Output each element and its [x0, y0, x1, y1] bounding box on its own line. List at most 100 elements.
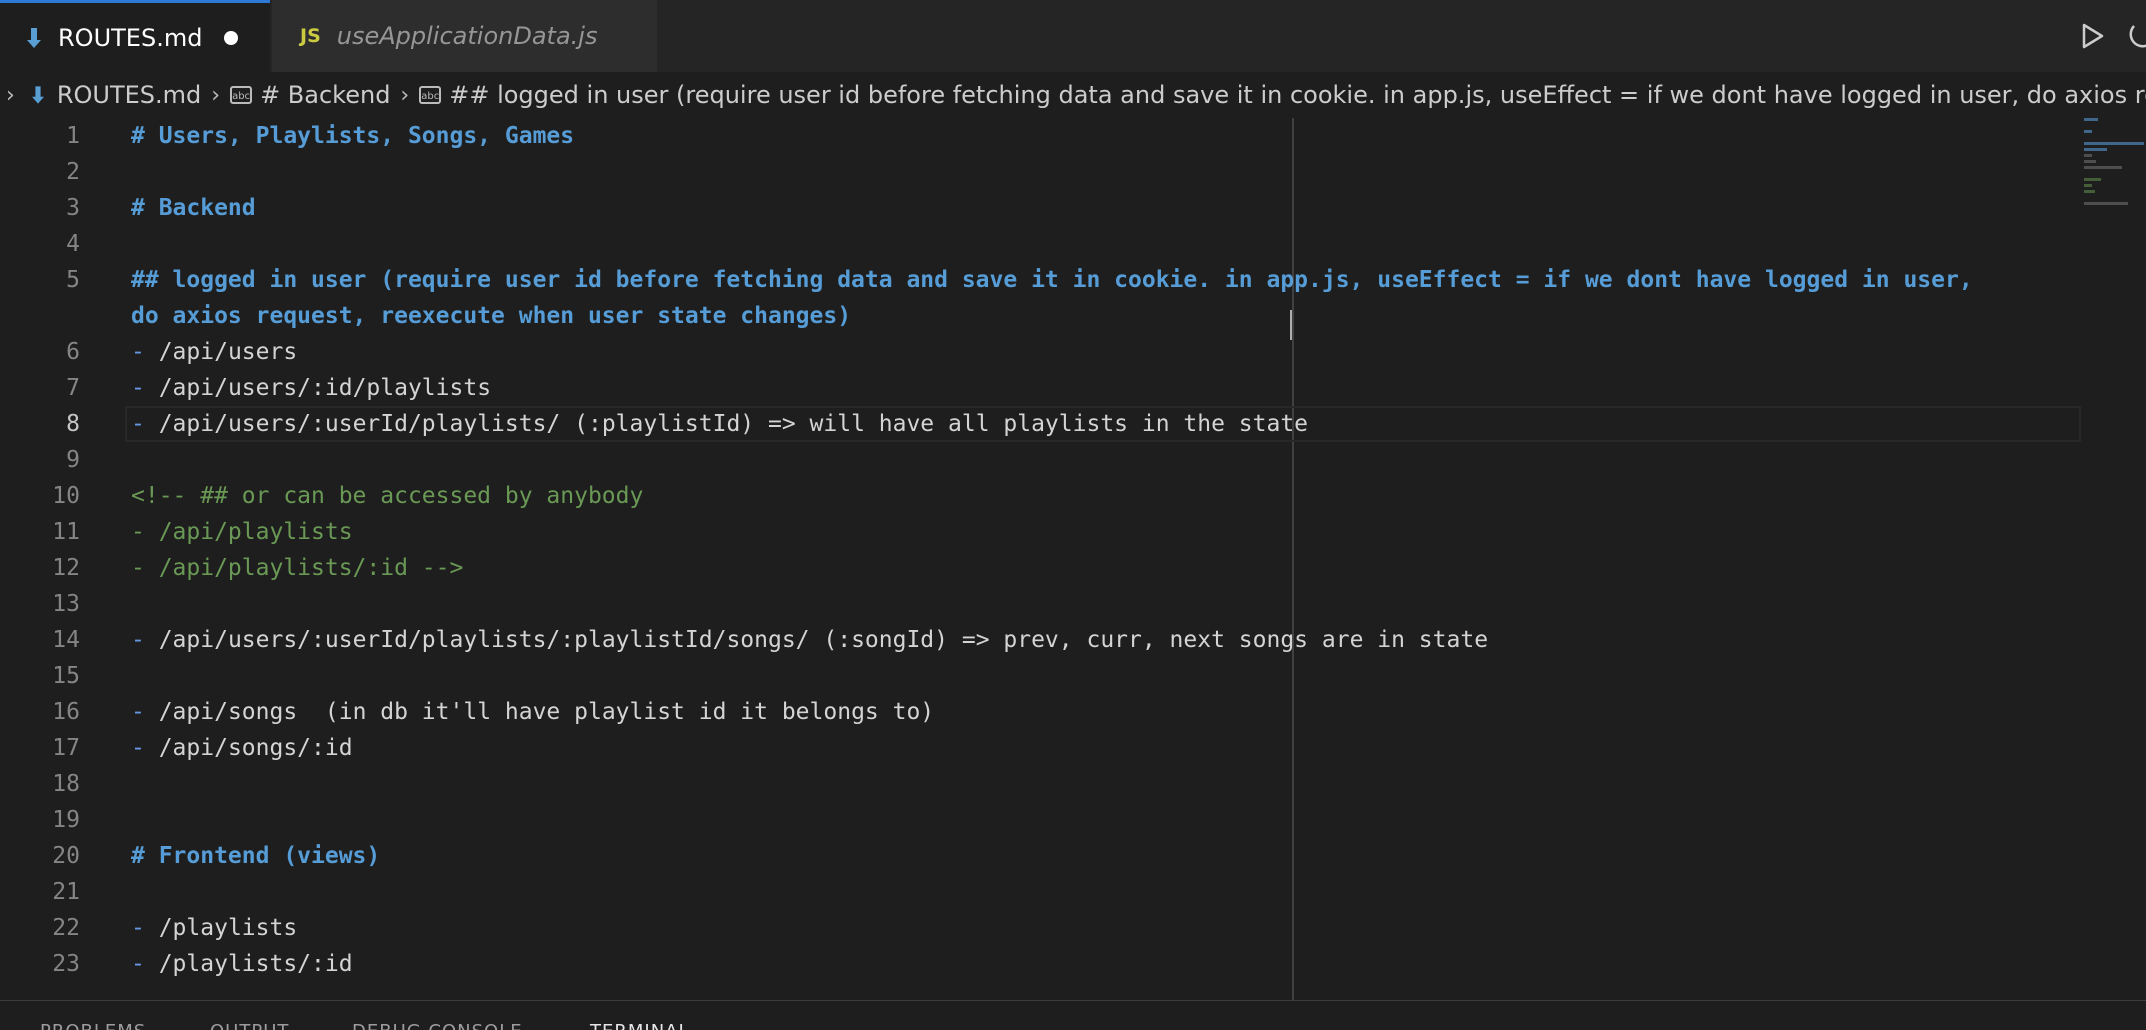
tab-routes-md[interactable]: ROUTES.md	[0, 0, 270, 72]
code-editor[interactable]: 1 2 3 4 5 6 7 8 9 10 11 12 13 14 15 16 17 18 19 20 21 22 23 # …	[0, 118, 2146, 1000]
markdown-file-icon	[27, 27, 41, 48]
minimap-line	[2084, 154, 2092, 157]
code-line[interactable]: ## logged in user (require user id befor…	[131, 262, 2081, 298]
code-line[interactable]	[131, 226, 2081, 262]
code-line[interactable]	[131, 658, 2081, 694]
code-line[interactable]	[131, 802, 2081, 838]
text-cursor	[1290, 310, 1292, 340]
minimap-line	[2084, 148, 2107, 151]
code-line[interactable]: # Frontend (views)	[131, 838, 2081, 874]
code-text: - /api/playlists	[131, 519, 353, 545]
tab-use-application-data-js[interactable]: JS useApplicationData.js	[272, 0, 657, 72]
code-line[interactable]: - /api/users	[131, 334, 2081, 370]
minimap[interactable]	[2084, 118, 2144, 238]
code-text: /api/songs (in db it'll have playlist id…	[144, 699, 935, 725]
tab-bar: ROUTES.md JS useApplicationData.js	[0, 0, 2146, 72]
code-text: do axios request, reexecute when user st…	[131, 303, 852, 329]
list-bullet: -	[131, 375, 145, 401]
line-number: 11	[52, 519, 80, 545]
javascript-file-icon: JS	[300, 25, 321, 47]
chevron-right-icon: ›	[400, 82, 410, 108]
line-number: 1	[66, 123, 80, 149]
code-line[interactable]: - /api/playlists/:id -->	[131, 550, 2081, 586]
panel-tab-output[interactable]: OUTPUT	[210, 1021, 289, 1030]
code-line[interactable]: # Users, Playlists, Songs, Games	[131, 118, 2081, 154]
code-text: ## logged in user (require user id befor…	[131, 267, 1973, 293]
line-number: 23	[52, 951, 80, 977]
breadcrumb-section-logged-in-user[interactable]: abc ## logged in user (require user id b…	[419, 81, 2146, 109]
code-line[interactable]: - /api/users/:userId/playlists/ (:playli…	[125, 406, 2081, 442]
code-line[interactable]	[131, 874, 2081, 910]
minimap-line	[2084, 184, 2092, 187]
line-number-gutter: 1 2 3 4 5 6 7 8 9 10 11 12 13 14 15 16 17 18 19 20 21 22 23	[0, 118, 100, 982]
code-line[interactable]	[131, 154, 2081, 190]
panel-tab-debug-console[interactable]: DEBUG CONSOLE	[352, 1021, 523, 1030]
code-area[interactable]: # Users, Playlists, Songs, Games # Backen…	[131, 118, 2081, 982]
code-line[interactable]: <!-- ## or can be accessed by anybody	[131, 478, 2081, 514]
split-editor-icon[interactable]	[2128, 20, 2146, 52]
code-text: /api/users/:id/playlists	[144, 375, 492, 401]
code-text: <!-- ## or can be accessed by anybody	[131, 483, 644, 509]
code-text: # Frontend (views)	[131, 843, 381, 869]
minimap-line	[2084, 130, 2092, 133]
string-symbol-icon: abc	[419, 86, 442, 104]
panel-tab-problems[interactable]: PROBLEMS	[40, 1021, 146, 1030]
code-text: /playlists/:id	[144, 951, 353, 977]
line-number: 12	[52, 555, 80, 581]
line-number: 14	[52, 627, 80, 653]
list-bullet: -	[131, 627, 145, 653]
list-bullet: -	[131, 411, 145, 437]
code-text: /api/users/:userId/playlists/:playlistId…	[144, 627, 1489, 653]
code-line[interactable]: - /playlists	[131, 910, 2081, 946]
tab-label: ROUTES.md	[58, 23, 203, 52]
string-symbol-icon: abc	[230, 86, 253, 104]
code-line[interactable]: - /api/songs (in db it'll have playlist …	[131, 694, 2081, 730]
minimap-line	[2084, 166, 2122, 169]
code-text: # Backend	[131, 195, 256, 221]
list-bullet: -	[131, 339, 145, 365]
code-line[interactable]	[131, 766, 2081, 802]
panel-tab-terminal[interactable]: TERMINAL	[590, 1021, 690, 1030]
line-number: 18	[52, 771, 80, 797]
code-line[interactable]: - /api/users/:userId/playlists/:playlist…	[131, 622, 2081, 658]
unsaved-dot-icon[interactable]	[224, 30, 239, 45]
line-number: 13	[52, 591, 80, 617]
line-number: 20	[52, 843, 80, 869]
line-number: 3	[66, 195, 80, 221]
minimap-line	[2084, 142, 2144, 145]
breadcrumb-section-backend[interactable]: abc # Backend	[230, 81, 390, 109]
markdown-file-icon	[31, 86, 44, 104]
line-number: 10	[52, 483, 80, 509]
code-line[interactable]: # Backend	[131, 190, 2081, 226]
code-line[interactable]: - /api/users/:id/playlists	[131, 370, 2081, 406]
code-text: /api/songs/:id	[144, 735, 353, 761]
line-number	[0, 298, 100, 334]
line-number: 5	[66, 267, 80, 293]
line-number: 17	[52, 735, 80, 761]
code-line[interactable]: - /api/playlists	[131, 514, 2081, 550]
code-line[interactable]	[131, 586, 2081, 622]
line-number: 21	[52, 879, 80, 905]
line-number: 4	[66, 231, 80, 257]
breadcrumb-file[interactable]: ROUTES.md	[29, 81, 201, 109]
line-number: 7	[66, 375, 80, 401]
run-icon[interactable]	[2076, 20, 2108, 52]
chevron-right-icon: ›	[6, 82, 15, 108]
minimap-line	[2084, 160, 2096, 163]
code-text: - /api/playlists/:id -->	[131, 555, 464, 581]
chevron-right-icon: ›	[211, 82, 221, 108]
code-line[interactable]: - /playlists/:id	[131, 946, 2081, 982]
code-text: /playlists	[144, 915, 298, 941]
list-bullet: -	[131, 951, 145, 977]
panel-tab-bar: PROBLEMS OUTPUT DEBUG CONSOLE TERMINAL	[0, 1000, 2146, 1030]
list-bullet: -	[131, 915, 145, 941]
line-number: 6	[66, 339, 80, 365]
code-line[interactable]: do axios request, reexecute when user st…	[131, 298, 2081, 334]
code-line[interactable]	[131, 442, 2081, 478]
code-text: /api/users	[144, 339, 298, 365]
code-line[interactable]: - /api/songs/:id	[131, 730, 2081, 766]
line-number: 2	[66, 159, 80, 185]
minimap-line	[2084, 202, 2128, 205]
breadcrumb: › ROUTES.md › abc # Backend › abc ## log…	[0, 72, 2146, 118]
line-number: 19	[52, 807, 80, 833]
